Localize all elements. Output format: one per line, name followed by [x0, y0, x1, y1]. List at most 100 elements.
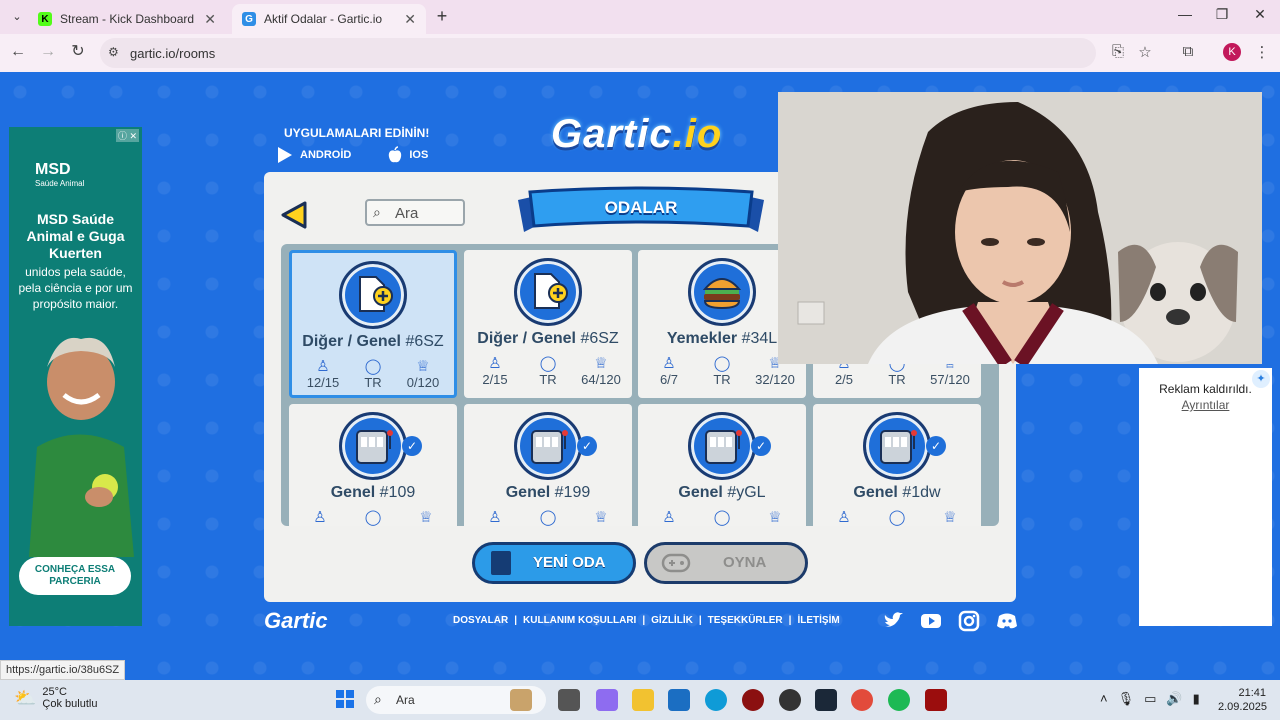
speech-bubble-icon: ◯	[539, 355, 557, 372]
address-bar[interactable]: ⚙ gartic.io/rooms	[100, 38, 1096, 68]
trophy-icon: ♕	[943, 509, 957, 526]
twitter-icon[interactable]	[882, 610, 904, 632]
store-icon[interactable]	[668, 689, 690, 711]
tab-search-dropdown-icon[interactable]: ⌄	[8, 8, 26, 26]
ad-brand-logo: MSD Saúde Animal	[35, 161, 85, 188]
ad-subtext: unidos pela saúde, pela ciência e por um…	[18, 265, 133, 311]
room-players: ♙ 12/15	[298, 357, 348, 390]
ad-details-link[interactable]: Ayrıntılar	[1139, 398, 1272, 412]
microphone-icon[interactable]: 🎙	[1118, 691, 1135, 707]
profile-avatar[interactable]: K	[1223, 43, 1241, 61]
copilot-icon[interactable]	[596, 689, 618, 711]
back-arrow-icon[interactable]: ←	[8, 42, 28, 62]
ios-link[interactable]: IOS	[387, 146, 428, 164]
room-points: ♕	[925, 508, 975, 526]
apple-icon	[389, 146, 402, 163]
search-icon: ⌕	[374, 691, 382, 707]
room-name: Genel #yGL	[678, 484, 766, 501]
room-players: ♙	[644, 508, 694, 526]
windows-taskbar: ⛅ 25°C Çok bulutlu ⌕ Ara ˄ 🎙 ▭ 🔊 ▮ 21:41…	[0, 680, 1280, 720]
menu-kebab-icon[interactable]: ⋮	[1252, 43, 1272, 61]
footer-link-terms[interactable]: KULLANIM KOŞULLARI	[523, 615, 636, 626]
speech-bubble-icon: ◯	[713, 509, 731, 526]
room-card[interactable]: ✓ Genel #1dw ♙ ◯ ♕	[813, 404, 981, 526]
search-icon: ⌕	[373, 204, 381, 220]
footer-link-privacy[interactable]: GİZLİLİK	[651, 615, 693, 626]
room-language: ◯TR	[348, 357, 398, 390]
search-placeholder: Ara	[395, 205, 419, 222]
footer-links: DOSYALAR | KULLANIM KOŞULLARI | GİZLİLİK | …	[453, 615, 840, 626]
browser-tab-bar: ⌄ K Stream - Kick Dashboard ✕ G Aktif Od…	[0, 0, 1280, 34]
rooms-title-banner: ODALAR	[516, 186, 766, 236]
forward-arrow-icon[interactable]: →	[38, 42, 58, 62]
document-plus-icon	[339, 261, 407, 329]
widgets-app-icon[interactable]	[510, 689, 532, 711]
room-name: Genel #109	[330, 484, 416, 501]
room-players: ♙ 6/7	[644, 354, 694, 387]
room-card[interactable]: ✓ Genel #199 ♙ ◯ ♕	[464, 404, 632, 526]
room-search-input[interactable]: ⌕ Ara	[365, 199, 465, 226]
steam-icon[interactable]	[815, 689, 837, 711]
footer-link-contact[interactable]: İLETİŞİM	[797, 615, 839, 626]
close-window-icon[interactable]: ✕	[1250, 6, 1270, 23]
app-download: UYGULAMALARI EDİNİN! ANDROİD IOS	[276, 126, 429, 164]
app-icon[interactable]	[742, 689, 764, 711]
reload-icon[interactable]: ↻	[68, 42, 88, 62]
close-tab-icon[interactable]: ✕	[204, 11, 216, 28]
footer-logo[interactable]: Gartic	[264, 608, 328, 634]
room-language: ◯TR	[523, 354, 573, 387]
install-app-icon[interactable]: ⎘	[1108, 43, 1128, 60]
edge-icon[interactable]	[705, 689, 727, 711]
tab-gartic-rooms[interactable]: G Aktif Odalar - Gartic.io ✕	[232, 4, 426, 34]
room-card[interactable]: ✓ Genel #yGL ♙ ◯ ♕	[638, 404, 806, 526]
site-info-icon[interactable]: ⚙	[108, 45, 119, 59]
file-explorer-icon[interactable]	[632, 689, 654, 711]
minimize-icon[interactable]: —	[1175, 6, 1195, 22]
chevron-up-icon[interactable]: ˄	[1100, 691, 1108, 707]
tab-title: Stream - Kick Dashboard	[60, 12, 195, 26]
ad-left-banner[interactable]: ⓘ ✕ MSD Saúde Animal MSD Saúde Animal e …	[9, 127, 142, 626]
document-plus-icon	[514, 258, 582, 326]
app-icon[interactable]	[925, 689, 947, 711]
room-language: ◯	[523, 508, 573, 526]
task-view-icon[interactable]	[558, 689, 580, 711]
weather-widget[interactable]: ⛅ 25°C Çok bulutlu	[14, 686, 97, 710]
back-triangle-icon[interactable]	[279, 200, 309, 230]
speech-bubble-icon: ◯	[364, 509, 382, 526]
ad-choices-icon[interactable]: ⓘ ✕	[115, 129, 139, 142]
room-players: ♙	[295, 508, 345, 526]
room-card[interactable]: Diğer / Genel #6SZ ♙ 12/15 ◯ TR ♕ 0/120	[289, 250, 457, 398]
bookmark-star-icon[interactable]: ☆	[1135, 43, 1155, 61]
footer-link-thanks[interactable]: TEŞEKKÜRLER	[708, 615, 783, 626]
gartic-logo[interactable]: Gartic.io	[551, 112, 722, 157]
battery-icon[interactable]: ▮	[1193, 691, 1200, 707]
user-icon: ♙	[662, 355, 676, 372]
app-download-title: UYGULAMALARI EDİNİN!	[284, 126, 430, 140]
page-content: ⓘ ✕ MSD Saúde Animal MSD Saúde Animal e …	[0, 72, 1280, 680]
room-language: ◯	[697, 508, 747, 526]
new-tab-icon[interactable]: +	[432, 6, 452, 27]
room-card[interactable]: Diğer / Genel #6SZ ♙ 2/15 ◯ TR ♕ 64/120	[464, 250, 632, 398]
new-room-button[interactable]: YENİ ODA	[472, 542, 636, 584]
verified-check-icon: ✓	[751, 436, 771, 456]
ad-cta-button[interactable]: CONHEÇA ESSA PARCERIA	[19, 557, 131, 595]
obs-icon[interactable]	[779, 689, 801, 711]
chrome-icon[interactable]	[851, 689, 873, 711]
room-players: ♙	[470, 508, 520, 526]
volume-icon[interactable]: 🔊	[1166, 691, 1182, 707]
footer-link-files[interactable]: DOSYALAR	[453, 615, 508, 626]
android-link[interactable]: ANDROİD	[276, 146, 351, 164]
close-tab-icon[interactable]: ✕	[404, 11, 416, 28]
room-card[interactable]: ✓ Genel #109 ♙ ◯ ♕	[289, 404, 457, 526]
windows-start-icon[interactable]	[335, 689, 355, 709]
extensions-icon[interactable]: ⧉	[1178, 43, 1198, 60]
play-button[interactable]: OYNA	[644, 542, 808, 584]
discord-icon[interactable]	[996, 610, 1018, 632]
youtube-icon[interactable]	[920, 610, 942, 632]
spotify-icon[interactable]	[888, 689, 910, 711]
network-icon[interactable]: ▭	[1144, 691, 1156, 707]
maximize-icon[interactable]: ❐	[1212, 6, 1232, 23]
taskbar-clock[interactable]: 21:41 2.09.2025	[1218, 686, 1267, 714]
tab-kick-dashboard[interactable]: K Stream - Kick Dashboard ✕	[28, 4, 226, 34]
instagram-icon[interactable]	[958, 610, 980, 632]
